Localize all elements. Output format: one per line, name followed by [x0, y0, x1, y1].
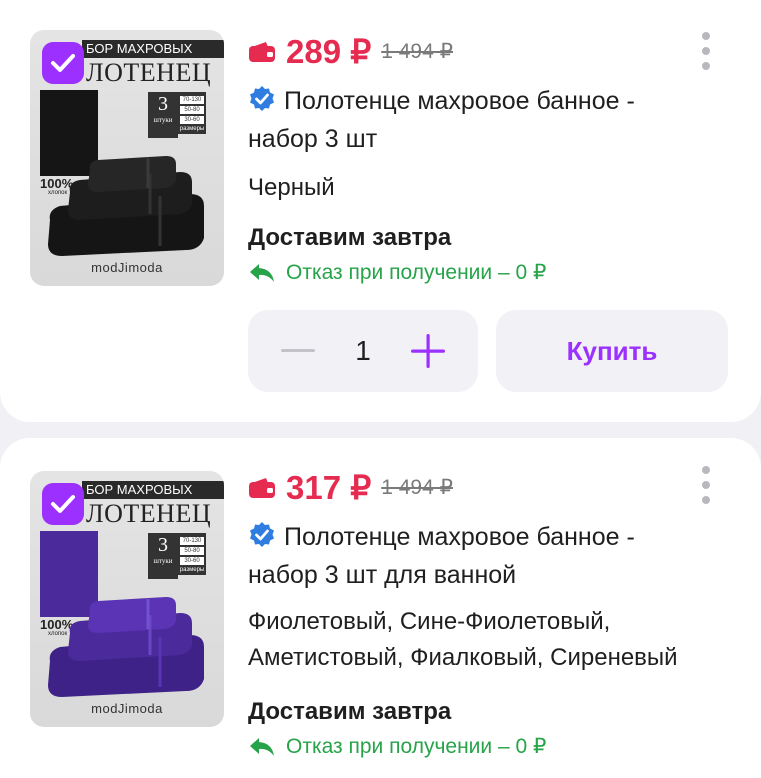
refund-text: Отказ при получении – 0 ₽ — [286, 261, 547, 284]
wallet-icon — [249, 41, 275, 62]
product-card: БОР МАХРОВЫХ ЛОТЕНЕЦ 100% хлопок 3 штуки… — [0, 0, 761, 422]
quantity-stepper: 1 — [248, 310, 478, 392]
verified-check-icon — [250, 86, 274, 111]
image-banner-title: ЛОТЕНЕЦ — [86, 499, 212, 528]
product-image[interactable]: БОР МАХРОВЫХ ЛОТЕНЕЦ 100% хлопок 3 штуки… — [30, 471, 224, 727]
delivery-info: Доставим завтра — [248, 698, 452, 725]
product-variant: Фиолетовый, Сине-Фиолетовый, Аметистовый… — [248, 608, 678, 671]
size-item: 70-130 — [180, 96, 204, 104]
product-image[interactable]: БОР МАХРОВЫХ ЛОТЕНЕЦ 100% хлопок 3 штуки… — [30, 30, 224, 286]
product-title[interactable]: Полотенце махровое банное - набор 3 шт — [248, 82, 708, 158]
brand-logo: modJimoda — [91, 701, 163, 716]
size-item: 50-80 — [180, 547, 204, 555]
image-banner-top: БОР МАХРОВЫХ — [82, 40, 224, 58]
sizes-badge: 70-130 50-80 30-60 размеры — [178, 92, 206, 134]
checkbox-checked-icon[interactable] — [42, 42, 84, 84]
plus-icon — [410, 334, 445, 368]
return-arrow-icon — [250, 263, 274, 282]
size-item: 30-60 — [180, 116, 204, 124]
pieces-word: штуки — [153, 557, 173, 565]
size-item: 70-130 — [180, 537, 204, 545]
product-title[interactable]: Полотенце махровое банное - набор 3 шт д… — [248, 518, 708, 594]
wallet-icon — [249, 477, 275, 498]
towels-illustration — [48, 156, 204, 256]
refund-info: Отказ при получении – 0 ₽ — [248, 260, 546, 285]
product-variant: Черный — [248, 174, 335, 201]
brand-logo: modJimoda — [91, 260, 163, 275]
checkbox-checked-icon[interactable] — [42, 483, 84, 525]
size-item: 50-80 — [180, 106, 204, 114]
decrease-button[interactable] — [278, 331, 318, 371]
refund-info: Отказ при получении – 0 ₽ — [248, 734, 546, 759]
minus-icon — [281, 349, 315, 352]
kebab-menu-icon[interactable] — [698, 32, 714, 70]
pieces-count: 3 — [158, 534, 168, 556]
current-price: 317 ₽ — [286, 469, 372, 506]
verified-check-icon — [250, 522, 274, 547]
buy-button[interactable]: Купить — [496, 310, 728, 392]
kebab-menu-icon[interactable] — [698, 466, 714, 504]
product-title-text: Полотенце махровое банное - набор 3 шт — [248, 87, 635, 153]
old-price: 1 494 ₽ — [381, 40, 453, 63]
towels-illustration — [48, 597, 204, 697]
pieces-word: штуки — [153, 116, 173, 124]
price-row: 289 ₽ 1 494 ₽ — [248, 32, 453, 71]
return-arrow-icon — [250, 737, 274, 756]
current-price: 289 ₽ — [286, 33, 372, 70]
increase-button[interactable] — [408, 331, 448, 371]
pieces-count: 3 — [158, 93, 168, 115]
refund-text: Отказ при получении – 0 ₽ — [286, 735, 547, 758]
price-row: 317 ₽ 1 494 ₽ — [248, 468, 453, 507]
old-price: 1 494 ₽ — [381, 476, 453, 499]
product-title-text: Полотенце махровое банное - набор 3 шт д… — [248, 523, 635, 589]
sizes-badge: 70-130 50-80 30-60 размеры — [178, 533, 206, 575]
size-item: 30-60 — [180, 557, 204, 565]
image-banner-top: БОР МАХРОВЫХ — [82, 481, 224, 499]
delivery-info: Доставим завтра — [248, 224, 452, 251]
quantity-value: 1 — [355, 335, 371, 366]
image-banner-title: ЛОТЕНЕЦ — [86, 58, 212, 87]
